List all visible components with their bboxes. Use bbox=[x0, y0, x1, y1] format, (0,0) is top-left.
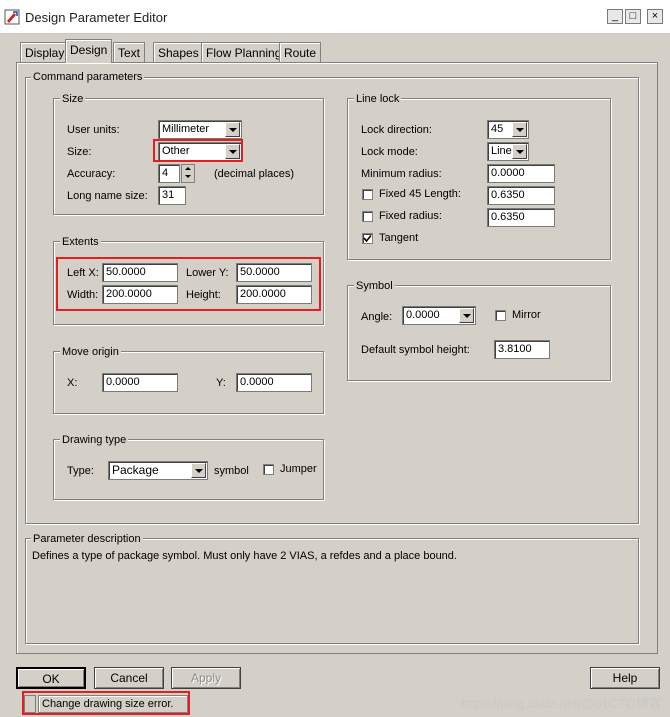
minimize-button[interactable]: _ bbox=[607, 9, 623, 24]
tab-display[interactable]: Display bbox=[20, 42, 70, 62]
long-name-size-field[interactable]: 31 bbox=[158, 186, 186, 205]
line-lock-group-title: Line lock bbox=[354, 93, 402, 106]
tangent-label: Tangent bbox=[379, 232, 419, 244]
move-origin-group-title: Move origin bbox=[60, 346, 121, 359]
origin-y-label: Y: bbox=[216, 377, 226, 389]
user-units-label: User units: bbox=[67, 124, 120, 136]
origin-y-field[interactable]: 0.0000 bbox=[236, 373, 312, 392]
chevron-down-icon[interactable] bbox=[459, 308, 474, 323]
symbol-group-title: Symbol bbox=[354, 280, 395, 293]
origin-x-label: X: bbox=[67, 377, 78, 389]
fixed-radius-field[interactable]: 0.6350 bbox=[487, 208, 555, 227]
accuracy-field[interactable]: 4 bbox=[158, 164, 180, 183]
lock-mode-label: Lock mode: bbox=[361, 146, 418, 158]
help-button[interactable]: Help bbox=[590, 667, 660, 689]
parameter-description-text: Defines a type of package symbol. Must o… bbox=[32, 550, 457, 562]
angle-select[interactable]: 0.0000 bbox=[402, 306, 476, 325]
minimum-radius-field[interactable]: 0.0000 bbox=[487, 164, 555, 183]
user-units-select[interactable]: Millimeter bbox=[158, 120, 242, 139]
drawing-type-suffix: symbol bbox=[214, 465, 249, 477]
cancel-button[interactable]: Cancel bbox=[94, 667, 164, 689]
accuracy-stepper[interactable] bbox=[181, 164, 195, 183]
user-units-value: Millimeter bbox=[162, 123, 210, 135]
size-highlight-box bbox=[153, 139, 243, 162]
tangent-checkbox[interactable] bbox=[362, 233, 373, 244]
checkmark-icon bbox=[363, 234, 372, 243]
accuracy-suffix: (decimal places) bbox=[214, 168, 295, 180]
tab-flow-planning[interactable]: Flow Planning bbox=[201, 42, 287, 62]
watermark-text: https://blog.csdn.net/@51CTO博客 bbox=[461, 696, 662, 711]
lock-direction-select[interactable]: 45 bbox=[487, 120, 529, 139]
angle-label: Angle: bbox=[361, 311, 393, 323]
extents-highlight-box bbox=[56, 257, 321, 311]
lock-direction-label: Lock direction: bbox=[361, 124, 432, 136]
long-name-size-label: Long name size: bbox=[67, 190, 148, 202]
spin-up-icon[interactable] bbox=[182, 165, 194, 173]
ok-button[interactable]: OK bbox=[16, 667, 86, 689]
fixed-45-length-field[interactable]: 0.6350 bbox=[487, 186, 555, 205]
maximize-button[interactable]: □ bbox=[625, 9, 641, 24]
jumper-label: Jumper bbox=[280, 463, 317, 475]
extents-group-title: Extents bbox=[60, 236, 101, 249]
lock-mode-select[interactable]: Line bbox=[487, 142, 529, 161]
drawing-type-select[interactable]: Package bbox=[108, 461, 208, 480]
fixed-45-length-label: Fixed 45 Length: bbox=[379, 188, 461, 200]
chevron-down-icon[interactable] bbox=[512, 122, 527, 137]
accuracy-label: Accuracy: bbox=[67, 168, 116, 180]
fixed-radius-checkbox[interactable] bbox=[362, 211, 373, 222]
fixed-45-length-checkbox[interactable] bbox=[362, 189, 373, 200]
symbol-group bbox=[347, 285, 611, 381]
chevron-down-icon[interactable] bbox=[225, 122, 240, 137]
minimum-radius-label: Minimum radius: bbox=[361, 168, 442, 180]
tab-shapes[interactable]: Shapes bbox=[153, 42, 204, 62]
chevron-down-icon[interactable] bbox=[512, 144, 527, 159]
default-symbol-height-field[interactable]: 3.8100 bbox=[494, 340, 550, 359]
command-parameters-title: Command parameters bbox=[31, 71, 145, 84]
drawing-type-value: Package bbox=[112, 463, 159, 477]
parameter-description-title: Parameter description bbox=[31, 533, 143, 546]
window-title: Design Parameter Editor bbox=[25, 10, 168, 25]
jumper-checkbox[interactable] bbox=[263, 464, 274, 475]
status-highlight-box bbox=[22, 691, 190, 715]
close-button[interactable]: × bbox=[647, 9, 663, 24]
fixed-radius-label: Fixed radius: bbox=[379, 210, 442, 222]
lock-direction-value: 45 bbox=[491, 123, 504, 135]
app-icon bbox=[4, 9, 20, 25]
tab-design[interactable]: Design bbox=[65, 39, 113, 63]
tab-text[interactable]: Text bbox=[113, 42, 146, 62]
chevron-down-icon[interactable] bbox=[191, 463, 206, 478]
tab-route[interactable]: Route bbox=[279, 42, 322, 62]
default-symbol-height-label: Default symbol height: bbox=[361, 344, 470, 356]
mirror-label: Mirror bbox=[512, 309, 541, 321]
size-label: Size: bbox=[67, 146, 92, 158]
apply-button[interactable]: Apply bbox=[171, 667, 241, 689]
angle-value: 0.0000 bbox=[406, 309, 440, 321]
type-label: Type: bbox=[67, 465, 94, 477]
size-group-title: Size bbox=[60, 93, 86, 106]
origin-x-field[interactable]: 0.0000 bbox=[102, 373, 178, 392]
drawing-type-group-title: Drawing type bbox=[60, 434, 129, 447]
lock-mode-value: Line bbox=[491, 145, 512, 157]
spin-down-icon[interactable] bbox=[182, 173, 194, 181]
mirror-checkbox[interactable] bbox=[495, 310, 506, 321]
